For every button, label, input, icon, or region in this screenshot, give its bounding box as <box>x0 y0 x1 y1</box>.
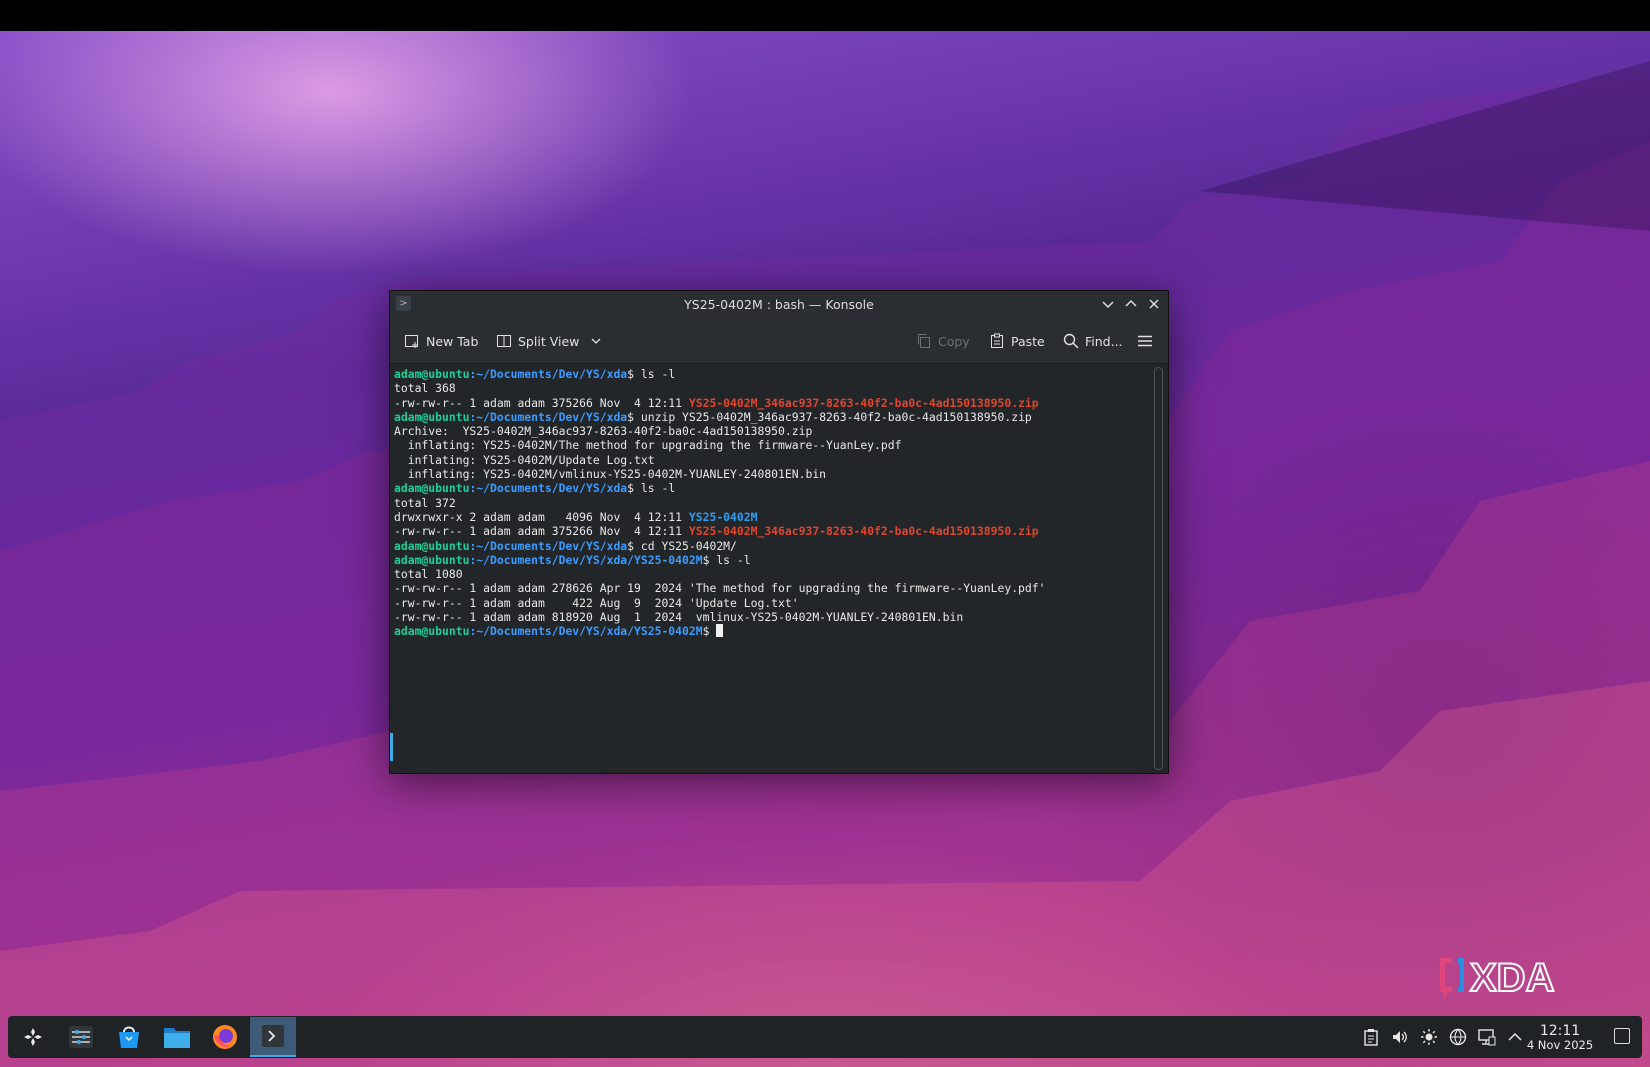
find-label: Find... <box>1085 333 1123 349</box>
terminal-line: adam@ubuntu:~/Documents/Dev/YS/xda$ unzi… <box>394 409 1032 424</box>
system-settings-button[interactable] <box>58 1017 104 1057</box>
terminal-line: adam@ubuntu:~/Documents/Dev/YS/xda/YS25-… <box>394 552 751 567</box>
terminal-line: adam@ubuntu:~/Documents/Dev/YS/xda$ ls -… <box>394 367 676 381</box>
hamburger-menu-icon <box>1138 335 1152 347</box>
paste-label: Paste <box>1011 333 1045 349</box>
firefox-icon <box>213 1025 237 1049</box>
paste-button[interactable]: Paste <box>989 330 1045 352</box>
terminal-output[interactable]: adam@ubuntu:~/Documents/Dev/YS/xda$ ls -… <box>390 364 1150 773</box>
tray-expand-icon <box>1508 1032 1522 1041</box>
network-icon <box>1449 1028 1467 1046</box>
terminal-prompt[interactable]: adam@ubuntu:~/Documents/Dev/YS/xda/YS25-… <box>394 624 1150 638</box>
new-tab-icon <box>405 335 418 348</box>
hamburger-menu-button[interactable] <box>1137 330 1159 352</box>
terminal-line: -rw-rw-r-- 1 adam adam 818920 Aug 1 2024… <box>394 610 964 625</box>
window-titlebar[interactable]: > YS25-0402M : bash — Konsole <box>390 291 1168 319</box>
terminal-line: total 372 <box>394 495 456 510</box>
split-view-button[interactable]: Split View <box>496 330 609 352</box>
terminal-line: drwxrwxr-x 2 adam adam 4096 Nov 4 12:11 … <box>394 509 758 524</box>
terminal-line: -rw-rw-r-- 1 adam adam 422 Aug 9 2024 'U… <box>394 595 799 610</box>
terminal-line: inflating: YS25-0402M/vmlinux-YS25-0402M… <box>394 467 827 482</box>
discover-button[interactable] <box>106 1017 152 1057</box>
xda-logo: XDA <box>1440 955 1555 1000</box>
display-icon <box>1478 1029 1496 1046</box>
terminal-cursor <box>716 624 724 638</box>
clipboard-tray-button[interactable] <box>1362 1028 1380 1046</box>
file-manager-icon <box>164 1028 190 1048</box>
clipboard-icon <box>1364 1029 1378 1046</box>
konsole-icon <box>262 1025 284 1047</box>
display-tray-button[interactable] <box>1478 1028 1496 1046</box>
focus-indicator <box>390 733 393 761</box>
terminal-line: -rw-rw-r-- 1 adam adam 375266 Nov 4 12:1… <box>394 524 1039 539</box>
chevron-down-icon <box>1102 301 1114 309</box>
copy-button[interactable]: Copy <box>916 330 970 352</box>
search-icon <box>1063 333 1079 349</box>
svg-text:XDA: XDA <box>1470 956 1554 1000</box>
paste-icon <box>991 333 1003 348</box>
app-launcher-button[interactable] <box>10 1017 56 1057</box>
brightness-icon <box>1421 1029 1437 1045</box>
close-button[interactable] <box>1143 293 1165 315</box>
copy-label: Copy <box>938 333 970 349</box>
chevron-up-icon <box>1125 299 1137 307</box>
maximize-button[interactable] <box>1120 293 1142 315</box>
app-launcher-icon <box>24 1028 42 1046</box>
volume-tray-button[interactable] <box>1391 1028 1409 1046</box>
tray-expand-button[interactable] <box>1506 1028 1524 1046</box>
close-icon <box>1149 299 1159 309</box>
terminal-line: Archive: YS25-0402M_346ac937-8263-40f2-b… <box>394 424 813 439</box>
find-button[interactable]: Find... <box>1063 330 1123 352</box>
konsole-window[interactable]: > YS25-0402M : bash — Konsole New Tab Sp… <box>389 290 1169 774</box>
window-title: YS25-0402M : bash — Konsole <box>684 297 874 312</box>
terminal-line: -rw-rw-r-- 1 adam adam 375266 Nov 4 12:1… <box>394 395 1039 410</box>
clock-date: 4 Nov 2025 <box>1526 1038 1594 1052</box>
new-tab-button[interactable]: New Tab <box>404 330 478 352</box>
digital-clock[interactable]: 12:11 4 Nov 2025 <box>1524 1024 1596 1052</box>
brightness-tray-button[interactable] <box>1420 1028 1438 1046</box>
file-manager-button[interactable] <box>154 1017 200 1057</box>
copy-icon <box>918 334 930 348</box>
discover-icon <box>119 1026 139 1048</box>
split-view-label: Split View <box>518 333 580 349</box>
settings-icon <box>69 1026 93 1048</box>
split-view-icon <box>497 335 511 347</box>
terminal-line: total 368 <box>394 381 456 396</box>
taskbar: 12:11 4 Nov 2025 <box>8 1016 1642 1058</box>
new-tab-label: New Tab <box>426 333 479 349</box>
terminal-line: total 1080 <box>394 567 463 582</box>
firefox-button[interactable] <box>202 1017 248 1057</box>
terminal-line: adam@ubuntu:~/Documents/Dev/YS/xda$ cd Y… <box>394 538 737 553</box>
volume-icon <box>1393 1031 1407 1043</box>
konsole-toolbar: New Tab Split View Copy Paste Find... <box>390 319 1168 364</box>
network-tray-button[interactable] <box>1449 1028 1467 1046</box>
terminal-line: inflating: YS25-0402M/The method for upg… <box>394 438 902 453</box>
show-desktop-icon[interactable] <box>1614 1028 1630 1044</box>
konsole-task-button[interactable] <box>250 1017 296 1057</box>
terminal-line: adam@ubuntu:~/Documents/Dev/YS/xda$ ls -… <box>394 481 676 496</box>
terminal-line: inflating: YS25-0402M/Update Log.txt <box>394 452 655 467</box>
clock-time: 12:11 <box>1539 1023 1581 1039</box>
terminal-scrollbar[interactable] <box>1154 367 1163 770</box>
terminal-line: -rw-rw-r-- 1 adam adam 278626 Apr 19 202… <box>394 581 1046 596</box>
chevron-down-icon <box>591 338 601 344</box>
minimize-button[interactable] <box>1097 293 1119 315</box>
